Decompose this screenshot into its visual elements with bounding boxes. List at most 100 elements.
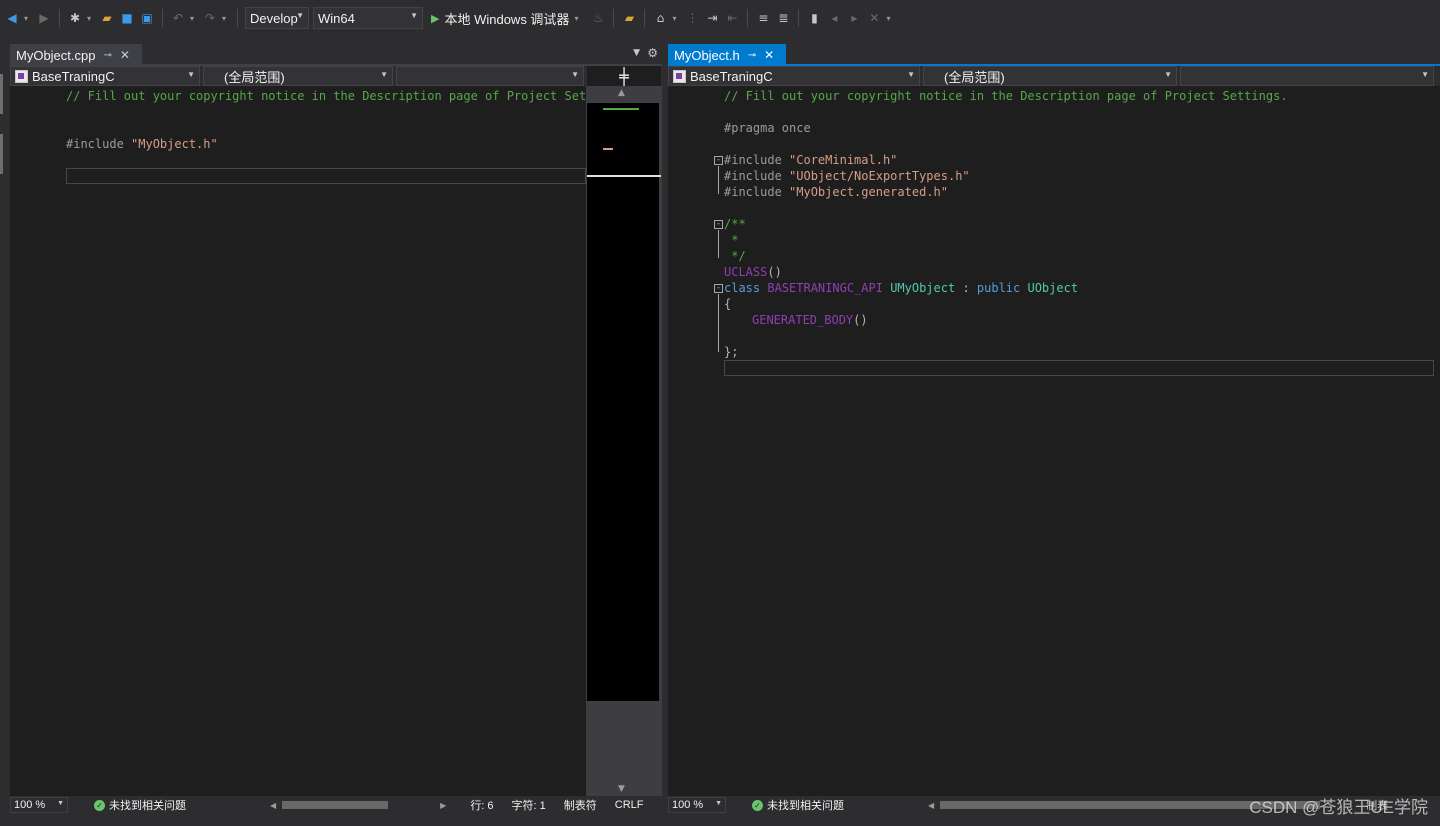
- tabs-indicator[interactable]: 制表符: [564, 797, 597, 813]
- back-icon[interactable]: ◀: [4, 10, 20, 26]
- prev-bookmark-icon[interactable]: ◂: [826, 10, 842, 26]
- save-icon[interactable]: ■: [119, 10, 135, 26]
- chevron-down-icon[interactable]: ▾: [574, 14, 582, 23]
- scope-name: (全局范围): [224, 69, 285, 85]
- project-combo[interactable]: BaseTraningC ▼: [10, 66, 200, 86]
- bookmark-icon[interactable]: ▮: [806, 10, 822, 26]
- line-ending-indicator[interactable]: CRLF: [615, 799, 644, 811]
- fold-toggle-icon[interactable]: -: [714, 156, 723, 165]
- scroll-down-icon[interactable]: ▼: [618, 784, 625, 794]
- forward-icon[interactable]: ▶: [36, 10, 52, 26]
- toolbar-separator: [798, 9, 800, 27]
- project-name: BaseTraningC: [690, 68, 773, 84]
- issues-text: 未找到相关问题: [767, 800, 844, 812]
- fold-toggle-icon[interactable]: -: [714, 284, 723, 293]
- start-debugging-button[interactable]: ▶ 本地 Windows 调试器 ▾: [427, 9, 586, 28]
- platform-combo[interactable]: Win64 ▼: [313, 7, 423, 29]
- tab-list-dropdown-icon[interactable]: ▼: [633, 48, 640, 58]
- hot-reload-icon[interactable]: ♨: [590, 10, 606, 26]
- tab-myobject-h[interactable]: MyObject.h ⊸ ✕: [668, 44, 786, 66]
- close-icon[interactable]: ✕: [120, 48, 130, 62]
- solution-config-value: Develop: [250, 10, 298, 26]
- zoom-combo[interactable]: 100 % ▼: [668, 797, 726, 813]
- chevron-down-icon: ▼: [1164, 70, 1172, 79]
- include-path: "UObject/NoExportTypes.h": [789, 169, 970, 183]
- step-icon[interactable]: ⋮: [684, 10, 700, 26]
- step-over-icon[interactable]: ⇤: [724, 10, 740, 26]
- left-vertical-scrollbar[interactable]: ▲ ▼: [586, 86, 662, 796]
- issues-indicator[interactable]: ✓ 未找到相关问题: [752, 797, 844, 813]
- code-line-6: #include "UObject/NoExportTypes.h": [724, 168, 970, 184]
- right-code-editor[interactable]: // Fill out your copyright notice in the…: [668, 86, 1440, 796]
- pin-icon[interactable]: ⊸: [748, 50, 756, 61]
- scope-combo[interactable]: (全局范围) ▼: [203, 66, 393, 86]
- settings-icon[interactable]: ⚙: [647, 46, 658, 60]
- left-navigation-bar: BaseTraningC ▼ (全局范围) ▼ ▼ ╪: [10, 66, 662, 86]
- column-indicator[interactable]: 字符: 1: [512, 797, 546, 813]
- code-minimap[interactable]: [586, 102, 661, 702]
- scroll-right-icon[interactable]: ▶: [440, 801, 446, 810]
- project-combo[interactable]: BaseTraningC ▼: [668, 66, 920, 86]
- chevron-down-icon: ▼: [187, 70, 195, 79]
- scroll-thumb[interactable]: [282, 801, 389, 809]
- home-dropdown-icon[interactable]: ▾: [672, 14, 680, 23]
- chevron-down-icon: ▼: [715, 800, 722, 807]
- tab-myobject-cpp[interactable]: MyObject.cpp ⊸ ✕: [10, 44, 142, 66]
- include-directive: #include: [724, 153, 790, 167]
- fold-toggle-icon[interactable]: -: [714, 220, 723, 229]
- solution-config-combo[interactable]: Develop ▼: [245, 7, 309, 29]
- close-icon[interactable]: ✕: [764, 48, 774, 62]
- save-all-icon[interactable]: ▣: [139, 10, 155, 26]
- gutter: [668, 86, 686, 796]
- comment-icon[interactable]: ≡: [755, 10, 771, 26]
- open-folder-icon[interactable]: ▰: [99, 10, 115, 26]
- left-code-editor[interactable]: // Fill out your copyright notice in the…: [10, 86, 586, 796]
- watermark: CSDN @苍狼王UE学院: [1249, 798, 1428, 817]
- new-project-icon[interactable]: ✱: [67, 10, 83, 26]
- back-dropdown-icon[interactable]: ▾: [24, 14, 32, 23]
- toolbar-separator: [644, 9, 646, 27]
- new-dropdown-icon[interactable]: ▾: [87, 14, 95, 23]
- current-line-highlight: [724, 360, 1434, 376]
- pin-icon[interactable]: ⊸: [103, 50, 111, 61]
- toolwindow-tab[interactable]: [0, 134, 3, 174]
- undo-icon[interactable]: ↶: [170, 10, 186, 26]
- home-icon[interactable]: ⌂: [652, 10, 668, 26]
- split-icon[interactable]: ╪: [587, 66, 661, 86]
- chevron-down-icon: ▼: [410, 11, 418, 20]
- toolbar-separator: [747, 9, 749, 27]
- toolbar-separator: [613, 9, 615, 27]
- scroll-up-icon[interactable]: ▲: [618, 88, 625, 98]
- redo-dropdown-icon[interactable]: ▾: [222, 14, 230, 23]
- public-keyword: public: [976, 281, 1028, 295]
- member-combo[interactable]: ▼: [1180, 66, 1434, 86]
- left-horizontal-scrollbar[interactable]: [280, 800, 440, 810]
- fold-guide: [718, 230, 719, 258]
- scope-name: (全局范围): [944, 69, 1005, 85]
- scroll-left-icon[interactable]: ◀: [928, 801, 934, 810]
- class-keyword: class: [724, 281, 768, 295]
- line-indicator[interactable]: 行: 6: [470, 797, 493, 813]
- include-directive: #include: [724, 185, 790, 199]
- left-toolwindow-strip: [0, 44, 10, 826]
- toolbar-overflow-icon[interactable]: ▾: [886, 14, 894, 23]
- zoom-combo[interactable]: 100 % ▼: [10, 797, 68, 813]
- toolwindow-tab[interactable]: [0, 74, 3, 114]
- undo-dropdown-icon[interactable]: ▾: [190, 14, 198, 23]
- clear-bookmarks-icon[interactable]: ✕: [866, 10, 882, 26]
- tab-label: MyObject.cpp: [16, 47, 96, 63]
- uncomment-icon[interactable]: ≣: [775, 10, 791, 26]
- run-label: 本地 Windows 调试器: [444, 11, 570, 27]
- redo-icon[interactable]: ↷: [202, 10, 218, 26]
- toolbar-separator: [162, 9, 163, 27]
- generated-body-macro: GENERATED_BODY: [752, 313, 854, 327]
- issues-indicator[interactable]: ✓ 未找到相关问题: [94, 797, 186, 813]
- next-bookmark-icon[interactable]: ▸: [846, 10, 862, 26]
- step-into-icon[interactable]: ⇥: [704, 10, 720, 26]
- chevron-down-icon: ▼: [296, 11, 304, 20]
- find-in-files-icon[interactable]: ▰: [621, 10, 637, 26]
- toolbar-separator: [59, 9, 60, 27]
- member-combo[interactable]: ▼: [396, 66, 584, 86]
- scope-combo[interactable]: (全局范围) ▼: [923, 66, 1177, 86]
- scroll-left-icon[interactable]: ◀: [270, 801, 276, 810]
